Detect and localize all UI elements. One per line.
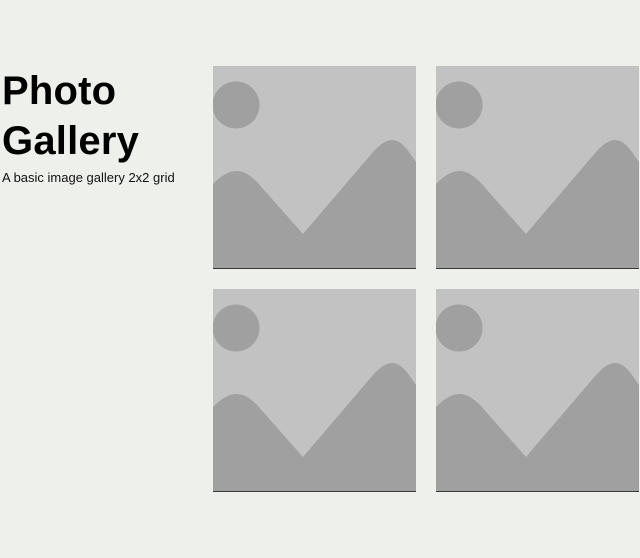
page-subtitle: A basic image gallery 2x2 grid	[2, 170, 175, 185]
image-placeholder-icon	[213, 66, 416, 268]
gallery-image-2[interactable]	[436, 66, 639, 269]
gallery-image-3[interactable]	[213, 289, 416, 492]
image-placeholder-icon	[213, 289, 416, 491]
intro-section: Photo Gallery A basic image gallery 2x2 …	[2, 66, 202, 186]
image-gallery-grid	[213, 66, 639, 492]
page-title: Photo Gallery	[2, 69, 140, 163]
gallery-image-4[interactable]	[436, 289, 639, 492]
image-placeholder-icon	[436, 66, 639, 268]
image-placeholder-icon	[436, 289, 639, 491]
gallery-image-1[interactable]	[213, 66, 416, 269]
